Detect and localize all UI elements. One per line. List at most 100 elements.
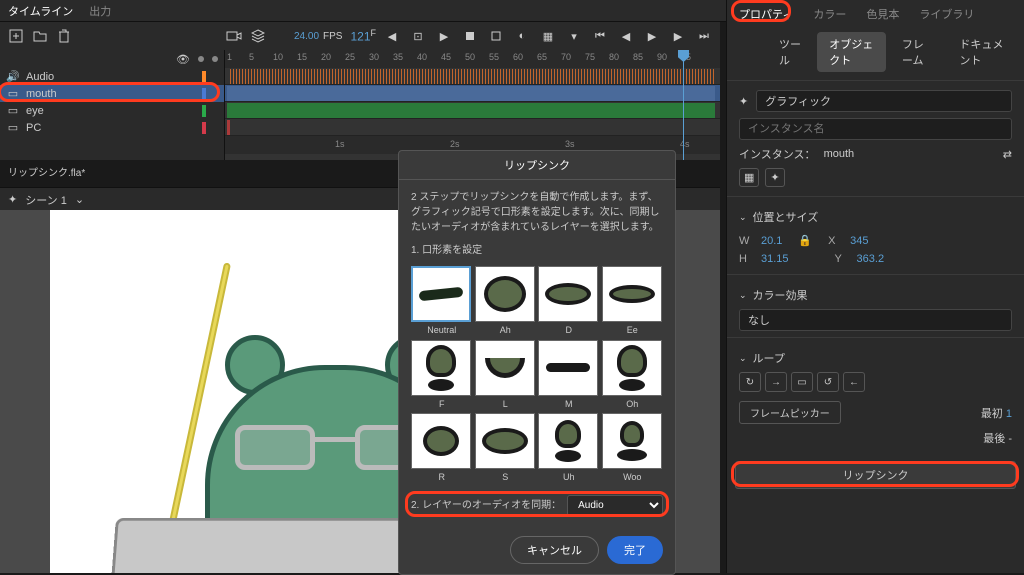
symbol-type-icon: ✦ — [739, 95, 748, 108]
tab-output[interactable]: 出力 — [89, 3, 111, 19]
audio-layer-select[interactable]: Audio — [567, 495, 663, 516]
single-frame-icon[interactable]: ▭ — [791, 372, 813, 392]
tab-swatches[interactable]: 色見本 — [862, 4, 903, 24]
loop-options: ↻ → ▭ ↺ ← — [739, 372, 1012, 392]
loop-icon[interactable]: ↻ — [739, 372, 761, 392]
graphic-layer-icon: ▭ — [6, 121, 20, 135]
color-effect-header[interactable]: ⌄カラー効果 — [739, 281, 1012, 309]
scene-name[interactable]: シーン 1 — [25, 192, 67, 208]
onion-skin-icon[interactable]: ◐ — [514, 28, 530, 44]
timeline-toolbar: 24.00 FPS 121F ◀ ⊡ ▶ ◐ ▦ ▾ ⏮ ◀ ▶ ▶ ⏭ — [0, 22, 720, 50]
trash-icon[interactable] — [56, 28, 72, 44]
first-frame-value[interactable]: 1 — [1006, 408, 1012, 420]
eye-icon[interactable]: 👁 — [176, 53, 190, 66]
step-back-icon[interactable]: ◀ — [618, 28, 634, 44]
tab-timeline[interactable]: タイムライン — [8, 3, 73, 19]
play-once-reverse-icon[interactable]: ← — [843, 372, 865, 392]
viseme-f[interactable]: F — [411, 340, 473, 412]
subtab-frame[interactable]: フレーム — [890, 32, 944, 72]
layer-eye[interactable]: ▭ eye — [0, 102, 224, 119]
viseme-woo[interactable]: Woo — [602, 413, 664, 485]
zoom-out-icon[interactable]: ◀ — [384, 28, 400, 44]
loop-reverse-icon[interactable]: ↺ — [817, 372, 839, 392]
viseme-m[interactable]: M — [538, 340, 600, 412]
outline-column-icon[interactable] — [212, 56, 218, 62]
instance-option-icon-2[interactable]: ✦ — [765, 168, 784, 187]
last-frame-value[interactable]: - — [1008, 433, 1012, 445]
lipsync-dialog: リップシンク 2 ステップでリップシンクを自動で作成します。まず、グラフィック記… — [398, 150, 676, 575]
viseme-neutral[interactable]: Neutral — [411, 266, 473, 338]
color-effect-select[interactable] — [739, 309, 1012, 331]
layer-mouth[interactable]: ▭ mouth — [0, 85, 224, 102]
viseme-ah[interactable]: Ah — [475, 266, 537, 338]
instance-name-input[interactable] — [739, 118, 1012, 140]
swap-symbol-icon[interactable]: ⇄ — [1003, 148, 1012, 161]
marker-icon[interactable]: ▾ — [566, 28, 582, 44]
ffwd-icon[interactable]: ⏭ — [696, 28, 712, 44]
loop-header[interactable]: ⌄ループ — [739, 344, 1012, 372]
dialog-step1-label: 1. 口形素を設定 — [411, 243, 663, 258]
x-value[interactable]: 345 — [850, 235, 868, 247]
track-eye[interactable] — [225, 102, 720, 119]
add-frame-icon[interactable] — [8, 28, 24, 44]
symbol-type-select[interactable] — [756, 90, 1012, 112]
y-value[interactable]: 363.2 — [857, 253, 885, 265]
track-audio[interactable] — [225, 68, 720, 85]
lock-aspect-icon[interactable]: 🔒 — [798, 234, 812, 247]
layer-column: 👁 🔊 Audio ▭ mouth ▭ eye ▭ — [0, 50, 225, 160]
dialog-description: 2 ステップでリップシンクを自動で作成します。まず、グラフィック記号で口形素を設… — [411, 190, 663, 235]
lock-column-icon[interactable] — [198, 56, 204, 62]
viseme-r[interactable]: R — [411, 413, 473, 485]
dialog-title: リップシンク — [399, 151, 675, 180]
instance-value: mouth — [824, 148, 855, 160]
frame-picker-button[interactable]: フレームピッカー — [739, 401, 841, 424]
layer-pc[interactable]: ▭ PC — [0, 119, 224, 136]
layer-audio[interactable]: 🔊 Audio — [0, 68, 224, 85]
track-pc[interactable] — [225, 119, 720, 136]
frame-ruler[interactable]: 1 5 10 15 20 25 30 35 40 45 50 55 60 65 … — [225, 50, 720, 68]
camera-icon[interactable] — [226, 28, 242, 44]
tab-color[interactable]: カラー — [809, 4, 850, 24]
viseme-grid: Neutral Ah D Ee F L M Oh R S Uh Woo — [411, 266, 663, 485]
subtab-tool[interactable]: ツール — [767, 32, 813, 72]
tab-library[interactable]: ライブラリ — [915, 4, 978, 24]
blank-keyframe-icon[interactable] — [488, 28, 504, 44]
step-fwd-icon[interactable]: ▶ — [670, 28, 686, 44]
timeline-body: 👁 🔊 Audio ▭ mouth ▭ eye ▭ — [0, 50, 720, 160]
viseme-oh[interactable]: Oh — [602, 340, 664, 412]
play-once-icon[interactable]: → — [765, 372, 787, 392]
play-icon[interactable]: ▶ — [644, 28, 660, 44]
folder-icon[interactable] — [32, 28, 48, 44]
keyframe-icon[interactable] — [462, 28, 478, 44]
scene-dropdown-icon[interactable]: ⌄ — [75, 193, 84, 206]
instance-option-icon[interactable]: ▦ — [739, 168, 759, 187]
frames-area[interactable]: 1 5 10 15 20 25 30 35 40 45 50 55 60 65 … — [225, 50, 720, 160]
audio-layer-icon: 🔊 — [6, 70, 20, 84]
width-value[interactable]: 20.1 — [761, 235, 782, 247]
layers-icon[interactable] — [250, 28, 266, 44]
viseme-s[interactable]: S — [475, 413, 537, 485]
properties-subtabs: ツール オブジェクト フレーム ドキュメント — [727, 28, 1024, 80]
edit-multiple-icon[interactable]: ▦ — [540, 28, 556, 44]
viseme-d[interactable]: D — [538, 266, 600, 338]
viseme-uh[interactable]: Uh — [538, 413, 600, 485]
zoom-in-icon[interactable]: ▶ — [436, 28, 452, 44]
viseme-l[interactable]: L — [475, 340, 537, 412]
done-button[interactable]: 完了 — [607, 536, 663, 564]
track-mouth[interactable] — [225, 85, 720, 102]
subtab-document[interactable]: ドキュメント — [947, 32, 1016, 72]
tab-properties[interactable]: プロパティ — [735, 4, 797, 24]
zoom-fit-icon[interactable]: ⊡ — [410, 28, 426, 44]
viseme-ee[interactable]: Ee — [602, 266, 664, 338]
graphic-layer-icon: ▭ — [6, 104, 20, 118]
height-value[interactable]: 31.15 — [761, 253, 789, 265]
rewind-icon[interactable]: ⏮ — [592, 28, 608, 44]
position-size-header[interactable]: ⌄位置とサイズ — [739, 203, 1012, 231]
playhead[interactable] — [683, 50, 684, 160]
frame-display[interactable]: 121F — [350, 28, 376, 44]
panel-tabs: プロパティ カラー 色見本 ライブラリ — [727, 0, 1024, 28]
cancel-button[interactable]: キャンセル — [510, 536, 599, 564]
subtab-object[interactable]: オブジェクト — [817, 32, 886, 72]
lipsync-button[interactable]: リップシンク — [735, 461, 1016, 489]
fps-display[interactable]: 24.00 FPS — [294, 31, 342, 42]
